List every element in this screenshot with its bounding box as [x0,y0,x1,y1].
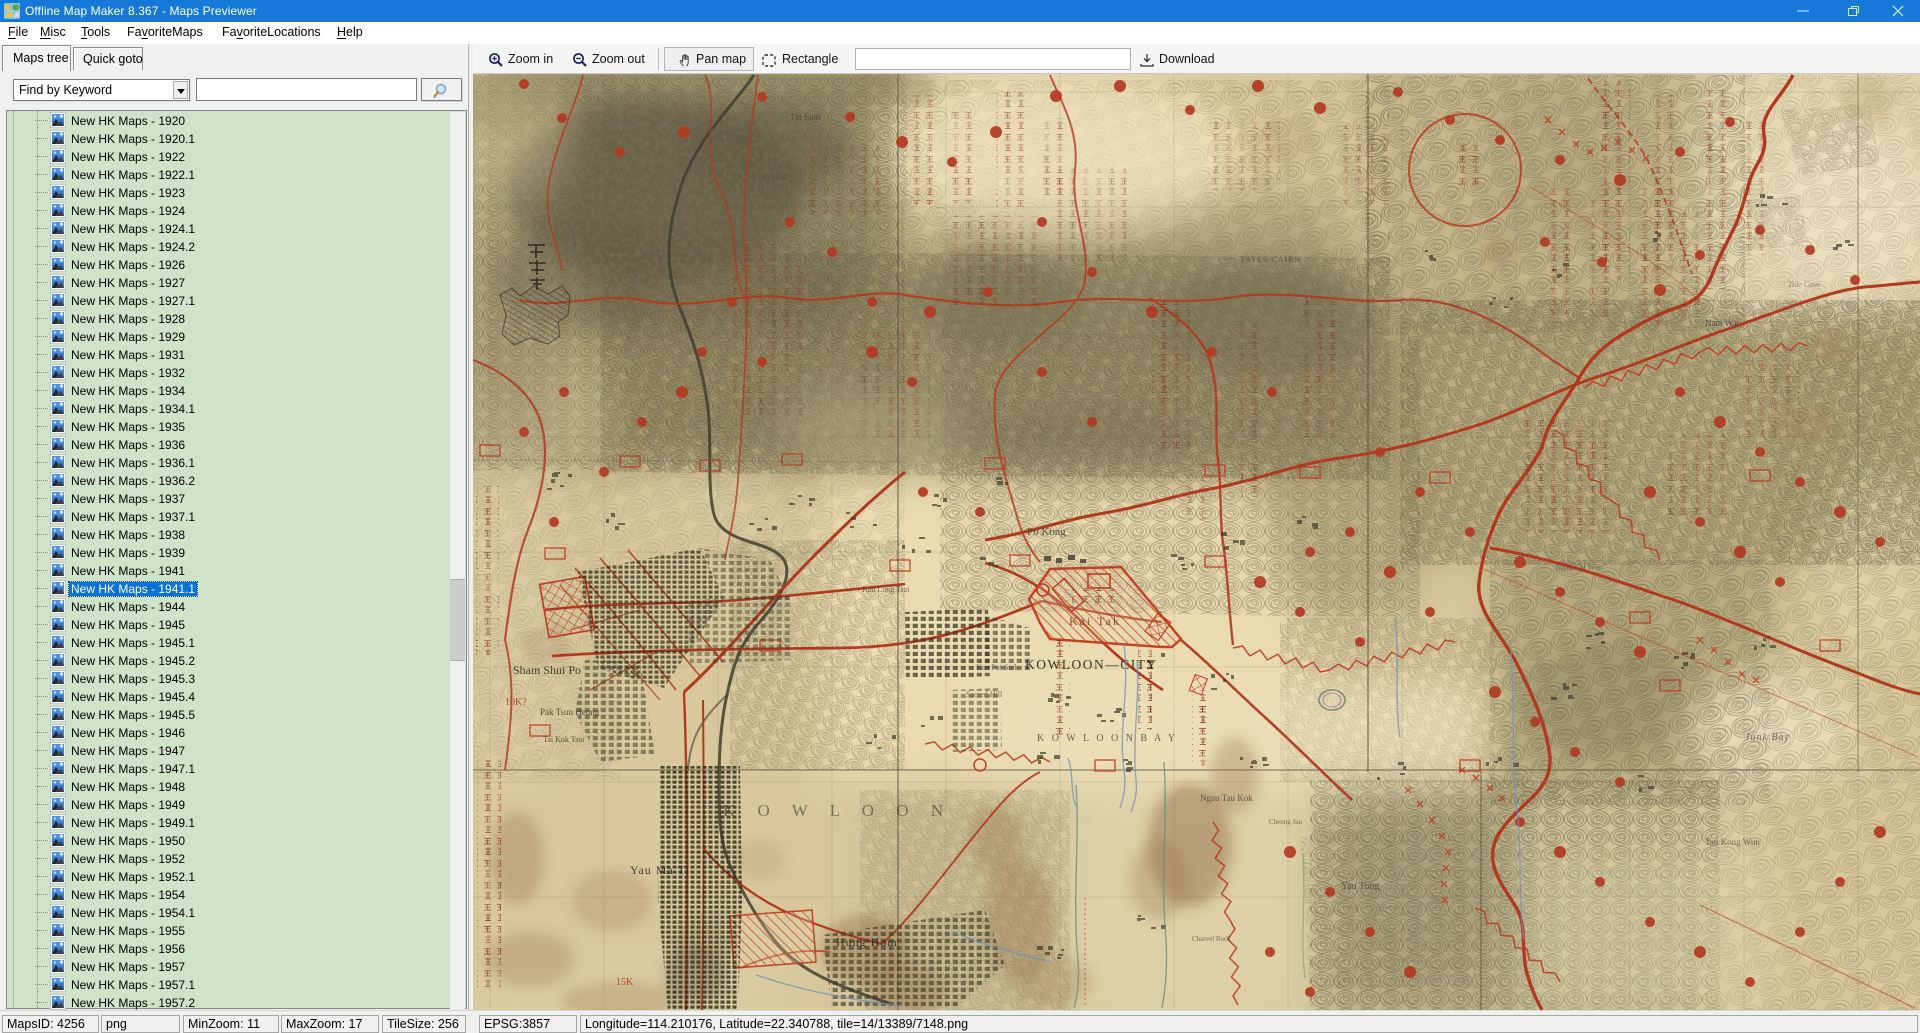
svg-text:Sacred Hill: Sacred Hill [966,690,1003,699]
svg-text:Ngau Chi Wan: Ngau Chi Wan [1555,563,1602,572]
svg-text:10K?: 10K? [505,697,527,708]
svg-text:Pak Tsun Heung: Pak Tsun Heung [540,707,600,717]
svg-text:15K: 15K [616,977,634,988]
svg-text:Tide Cove: Tide Cove [1788,280,1821,289]
svg-text:Tau Kong Wun: Tau Kong Wun [1705,837,1760,847]
svg-text:Tai Kok Tsui: Tai Kok Tsui [543,735,585,744]
svg-text:Yau Ma Ti: Yau Ma Ti [630,863,690,877]
svg-text:Tin Sam: Tin Sam [790,112,820,122]
svg-text:Junk Bay: Junk Bay [1745,732,1790,743]
svg-text:King Hau: King Hau [751,172,788,182]
svg-text:TATES CAIRN: TATES CAIRN [1240,255,1301,264]
svg-text:Hung Hom: Hung Hom [836,935,898,949]
svg-text:Ngau Tau Kok: Ngau Tau Kok [1200,793,1253,803]
svg-text:Nam Wai: Nam Wai [1705,318,1739,328]
svg-text:Charvel Rock: Charvel Rock [1192,935,1231,943]
svg-text:Kau Lung Tsai: Kau Lung Tsai [862,585,910,594]
svg-text:Kai Tak: Kai Tak [1069,614,1121,628]
svg-text:Po Kong: Po Kong [1027,526,1066,538]
svg-text:Yau Tong: Yau Tong [1341,881,1379,892]
svg-text:Cheung Jau: Cheung Jau [1269,818,1302,826]
svg-text:Kau Pui Stek: Kau Pui Stek [976,663,1018,672]
svg-text:K O W L O O N B A Y: K O W L O O N B A Y [1037,733,1178,744]
svg-text:Sham Shui Po: Sham Shui Po [513,663,581,677]
svg-text:K O W L O O N: K O W L O O N [723,801,952,820]
